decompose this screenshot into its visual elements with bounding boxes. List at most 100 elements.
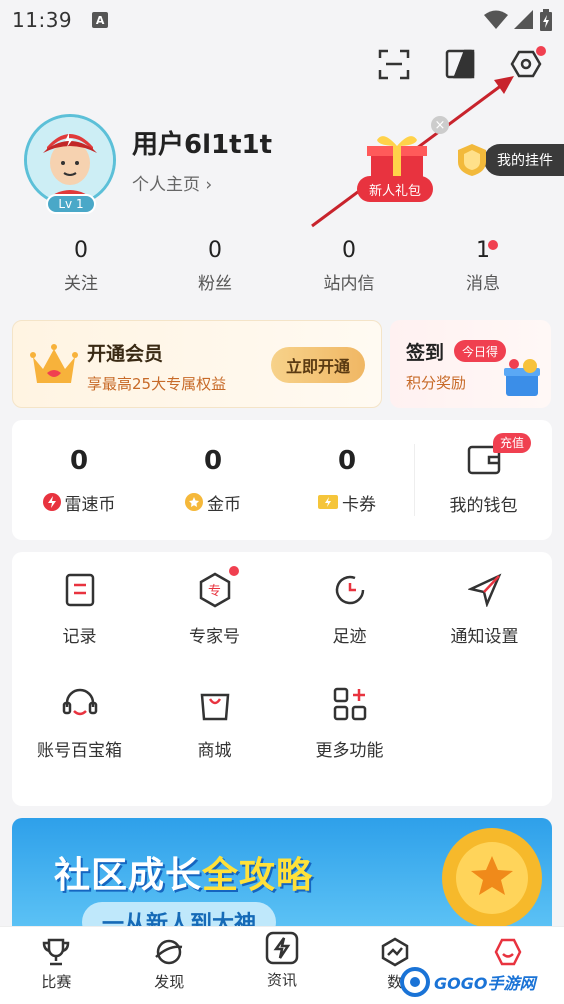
expert-icon: 专 xyxy=(199,572,230,608)
func-notify-settings[interactable]: 通知设置 xyxy=(417,570,552,684)
svg-text:专: 专 xyxy=(208,584,221,599)
func-label: 足迹 xyxy=(332,627,367,647)
func-label: 账号百宝箱 xyxy=(37,741,122,761)
history-clock-icon xyxy=(335,575,364,605)
username: 用户6l1t1t xyxy=(132,130,273,160)
stats-row: 0 关注 0 粉丝 0 站内信 1 消息 xyxy=(14,238,550,294)
reward-box-icon xyxy=(504,359,540,396)
func-label: 记录 xyxy=(62,627,97,647)
expert-dot xyxy=(228,566,239,576)
signal-icon xyxy=(514,10,533,29)
stat-inbox[interactable]: 0 站内信 xyxy=(282,238,416,294)
wifi-icon xyxy=(484,10,508,29)
battery-icon xyxy=(540,9,552,31)
lightning-icon xyxy=(265,931,299,965)
wallet-label-row: 金币 xyxy=(146,490,280,515)
func-label: 商城 xyxy=(197,741,232,761)
gift-label: 新人礼包 xyxy=(357,176,433,202)
sign-in-card[interactable]: 签到 今日得 积分奖励 xyxy=(390,320,551,408)
level-badge: Lv 1 xyxy=(46,194,96,214)
more-apps-icon xyxy=(333,687,366,721)
stat-value: 1 xyxy=(476,238,490,263)
wallet-value: 0 xyxy=(203,445,223,476)
sign-badge: 今日得 xyxy=(454,340,507,362)
sign-title: 签到 xyxy=(406,342,445,364)
nav-discover[interactable]: 发现 xyxy=(113,927,226,1004)
avatar[interactable] xyxy=(24,114,116,206)
my-pendant[interactable]: 我的挂件 xyxy=(454,142,564,178)
records-icon xyxy=(65,573,94,607)
sign-subtitle: 积分奖励 xyxy=(406,374,467,392)
func-icon-wrap xyxy=(330,684,370,724)
newbie-gift[interactable]: × 新人礼包 xyxy=(357,114,449,206)
banner-subtitle: 一从新人到大神 xyxy=(82,902,277,928)
community-banner[interactable]: 社区成长全攻略 一从新人到大神 xyxy=(12,818,552,928)
stat-value: 0 xyxy=(208,238,222,263)
messages-dot xyxy=(488,240,498,250)
func-account-toolbox[interactable]: 账号百宝箱 xyxy=(12,684,147,798)
settings-dot xyxy=(536,46,546,56)
planet-icon xyxy=(155,939,183,965)
profile-header: Lv 1 用户6l1t1t 个人主页 › × 新人礼包 我的挂件 xyxy=(24,114,564,214)
wallet-gold-coin[interactable]: 0 金币 xyxy=(146,446,280,515)
banner-title-part2: 全攻略 xyxy=(202,855,314,896)
func-icon-wrap xyxy=(60,570,100,610)
homepage-link[interactable]: 个人主页 › xyxy=(132,170,212,195)
wallet-label-row: 雷速币 xyxy=(12,490,146,515)
coupon-icon xyxy=(318,495,338,509)
stat-label: 关注 xyxy=(64,274,98,294)
stat-following[interactable]: 0 关注 xyxy=(14,238,148,294)
func-label: 通知设置 xyxy=(450,627,519,647)
stat-label: 粉丝 xyxy=(198,274,232,294)
gold-coin-icon xyxy=(185,493,203,511)
func-shop[interactable]: 商城 xyxy=(147,684,282,798)
vip-subtitle: 享最高25大专属权益 xyxy=(87,375,227,393)
crown-icon xyxy=(30,344,78,383)
wallet-label: 金币 xyxy=(207,494,241,515)
functions-card: 记录 专 专家号 足迹 通知设置 账号百宝箱 商城 更多功能 xyxy=(12,552,552,806)
banner-title-part1: 社区成长 xyxy=(54,855,203,896)
stat-messages[interactable]: 1 消息 xyxy=(416,238,550,294)
stat-label: 消息 xyxy=(466,274,500,294)
stat-value: 0 xyxy=(342,238,356,263)
leisu-coin-icon xyxy=(42,493,61,511)
vip-open-button[interactable]: 立即开通 xyxy=(271,347,365,383)
banner-title: 社区成长全攻略 xyxy=(54,846,313,898)
func-expert[interactable]: 专 专家号 xyxy=(147,566,282,684)
nav-label: 比赛 xyxy=(41,973,72,991)
my-wallet-button[interactable]: 充值 我的钱包 xyxy=(415,432,552,516)
func-more[interactable]: 更多功能 xyxy=(282,684,417,798)
gift-close-icon[interactable]: × xyxy=(431,116,449,134)
wallet-value: 0 xyxy=(69,445,89,476)
my-wallet-label: 我的钱包 xyxy=(449,495,518,516)
shopping-bag-icon xyxy=(200,693,229,721)
nav-match[interactable]: 比赛 xyxy=(0,927,113,1004)
vip-card[interactable]: 开通会员 享最高25大专属权益 立即开通 xyxy=(12,320,382,408)
notification-icon: A xyxy=(92,12,109,28)
stat-label: 站内信 xyxy=(323,274,375,294)
func-records[interactable]: 记录 xyxy=(12,570,147,684)
stat-value: 0 xyxy=(74,238,88,263)
status-bar: 11:39 A xyxy=(0,0,564,40)
func-label: 更多功能 xyxy=(315,741,384,761)
pendant-label: 我的挂件 xyxy=(484,144,564,176)
pendant-badge-icon xyxy=(458,144,486,176)
banner-trophy-icon xyxy=(442,828,542,928)
wallet-leisu-coin[interactable]: 0 雷速币 xyxy=(12,446,146,515)
wallet-label: 卡券 xyxy=(342,494,376,515)
wallet-label-row: 卡券 xyxy=(280,490,414,515)
wallet-card: 0 雷速币 0 金币 0 卡券 充值 我的钱包 xyxy=(12,420,552,540)
func-icon-wrap xyxy=(60,684,100,724)
func-label: 专家号 xyxy=(189,627,240,647)
nav-news[interactable]: 资讯 xyxy=(226,927,339,1004)
wallet-value: 0 xyxy=(337,445,357,476)
nav-label: 发现 xyxy=(154,973,185,991)
wallet-coupon[interactable]: 0 卡券 xyxy=(280,446,414,515)
func-footprint[interactable]: 足迹 xyxy=(282,570,417,684)
func-icon-wrap xyxy=(330,570,370,610)
recharge-badge[interactable]: 充值 xyxy=(493,432,532,453)
status-time: 11:39 xyxy=(12,8,73,32)
func-icon-wrap: 专 xyxy=(195,566,239,610)
nav-label: 资讯 xyxy=(266,971,297,989)
stat-fans[interactable]: 0 粉丝 xyxy=(148,238,282,294)
